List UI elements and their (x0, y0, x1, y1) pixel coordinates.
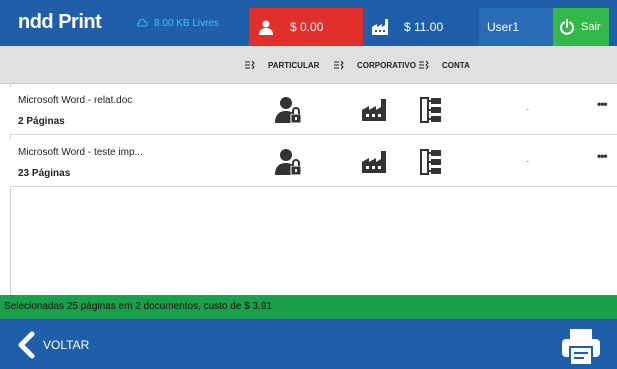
printer-icon[interactable] (560, 327, 602, 367)
storage-text: 8.00 KB Livres (154, 17, 220, 29)
filter-conta[interactable]: CONTA (419, 60, 470, 70)
factory-icon (372, 19, 388, 35)
corporate-balance-button[interactable]: $ 11.00 (364, 8, 478, 46)
document-pages: 2 Páginas (18, 116, 65, 127)
exit-button[interactable]: Sair (553, 8, 609, 46)
private-user-icon[interactable] (275, 147, 303, 177)
storage-indicator: 8.00 KB Livres (136, 15, 219, 31)
top-bar: ndd Print 8.00 KB Livres $ 0.00 $ 11.00 … (0, 0, 617, 46)
bottom-bar: VOLTAR (0, 319, 617, 369)
document-row[interactable]: Microsoft Word - teste imp... 23 Páginas… (10, 139, 617, 187)
more-options-button[interactable]: ••• (597, 149, 608, 163)
filter-icon (334, 60, 344, 70)
app-logo: ndd Print (18, 11, 102, 33)
back-label: VOLTAR (43, 338, 90, 352)
document-name: Microsoft Word - teste imp... (18, 147, 143, 158)
power-icon (560, 19, 574, 35)
document-name: Microsoft Word - relat.doc (18, 95, 133, 106)
account-tree-icon[interactable] (420, 149, 442, 175)
filter-label: CONTA (442, 60, 470, 70)
factory-icon[interactable] (361, 150, 391, 174)
user-icon (259, 20, 273, 35)
exit-label: Sair (581, 21, 601, 33)
personal-balance-value: $ 0.00 (290, 20, 324, 34)
account-tree-icon[interactable] (420, 97, 442, 123)
filter-icon (419, 60, 429, 70)
filter-bar: PARTICULAR CORPORATIVO CONTA (0, 46, 617, 84)
corporate-balance-value: $ 11.00 (404, 20, 444, 34)
document-row[interactable]: Microsoft Word - relat.doc 2 Páginas - •… (10, 87, 617, 135)
filter-label: PARTICULAR (268, 60, 320, 70)
filter-icon (245, 60, 255, 70)
more-options-button[interactable]: ••• (597, 97, 608, 111)
filter-label: CORPORATIVO (357, 60, 416, 70)
document-cost: - (526, 156, 529, 166)
user-name[interactable]: User1 (479, 8, 553, 46)
personal-balance-button[interactable]: $ 0.00 (249, 8, 363, 46)
chevron-left-icon (18, 331, 35, 359)
selection-status: Selecionadas 25 páginas em 2 documentos,… (0, 295, 617, 319)
private-user-icon[interactable] (275, 95, 303, 125)
factory-icon[interactable] (361, 98, 391, 122)
document-cost: - (526, 104, 529, 114)
filter-particular[interactable]: PARTICULAR (245, 60, 319, 70)
cloud-icon (137, 18, 148, 27)
filter-corporativo[interactable]: CORPORATIVO (334, 60, 416, 70)
back-button[interactable]: VOLTAR (15, 331, 89, 359)
document-pages: 23 Páginas (18, 168, 71, 179)
